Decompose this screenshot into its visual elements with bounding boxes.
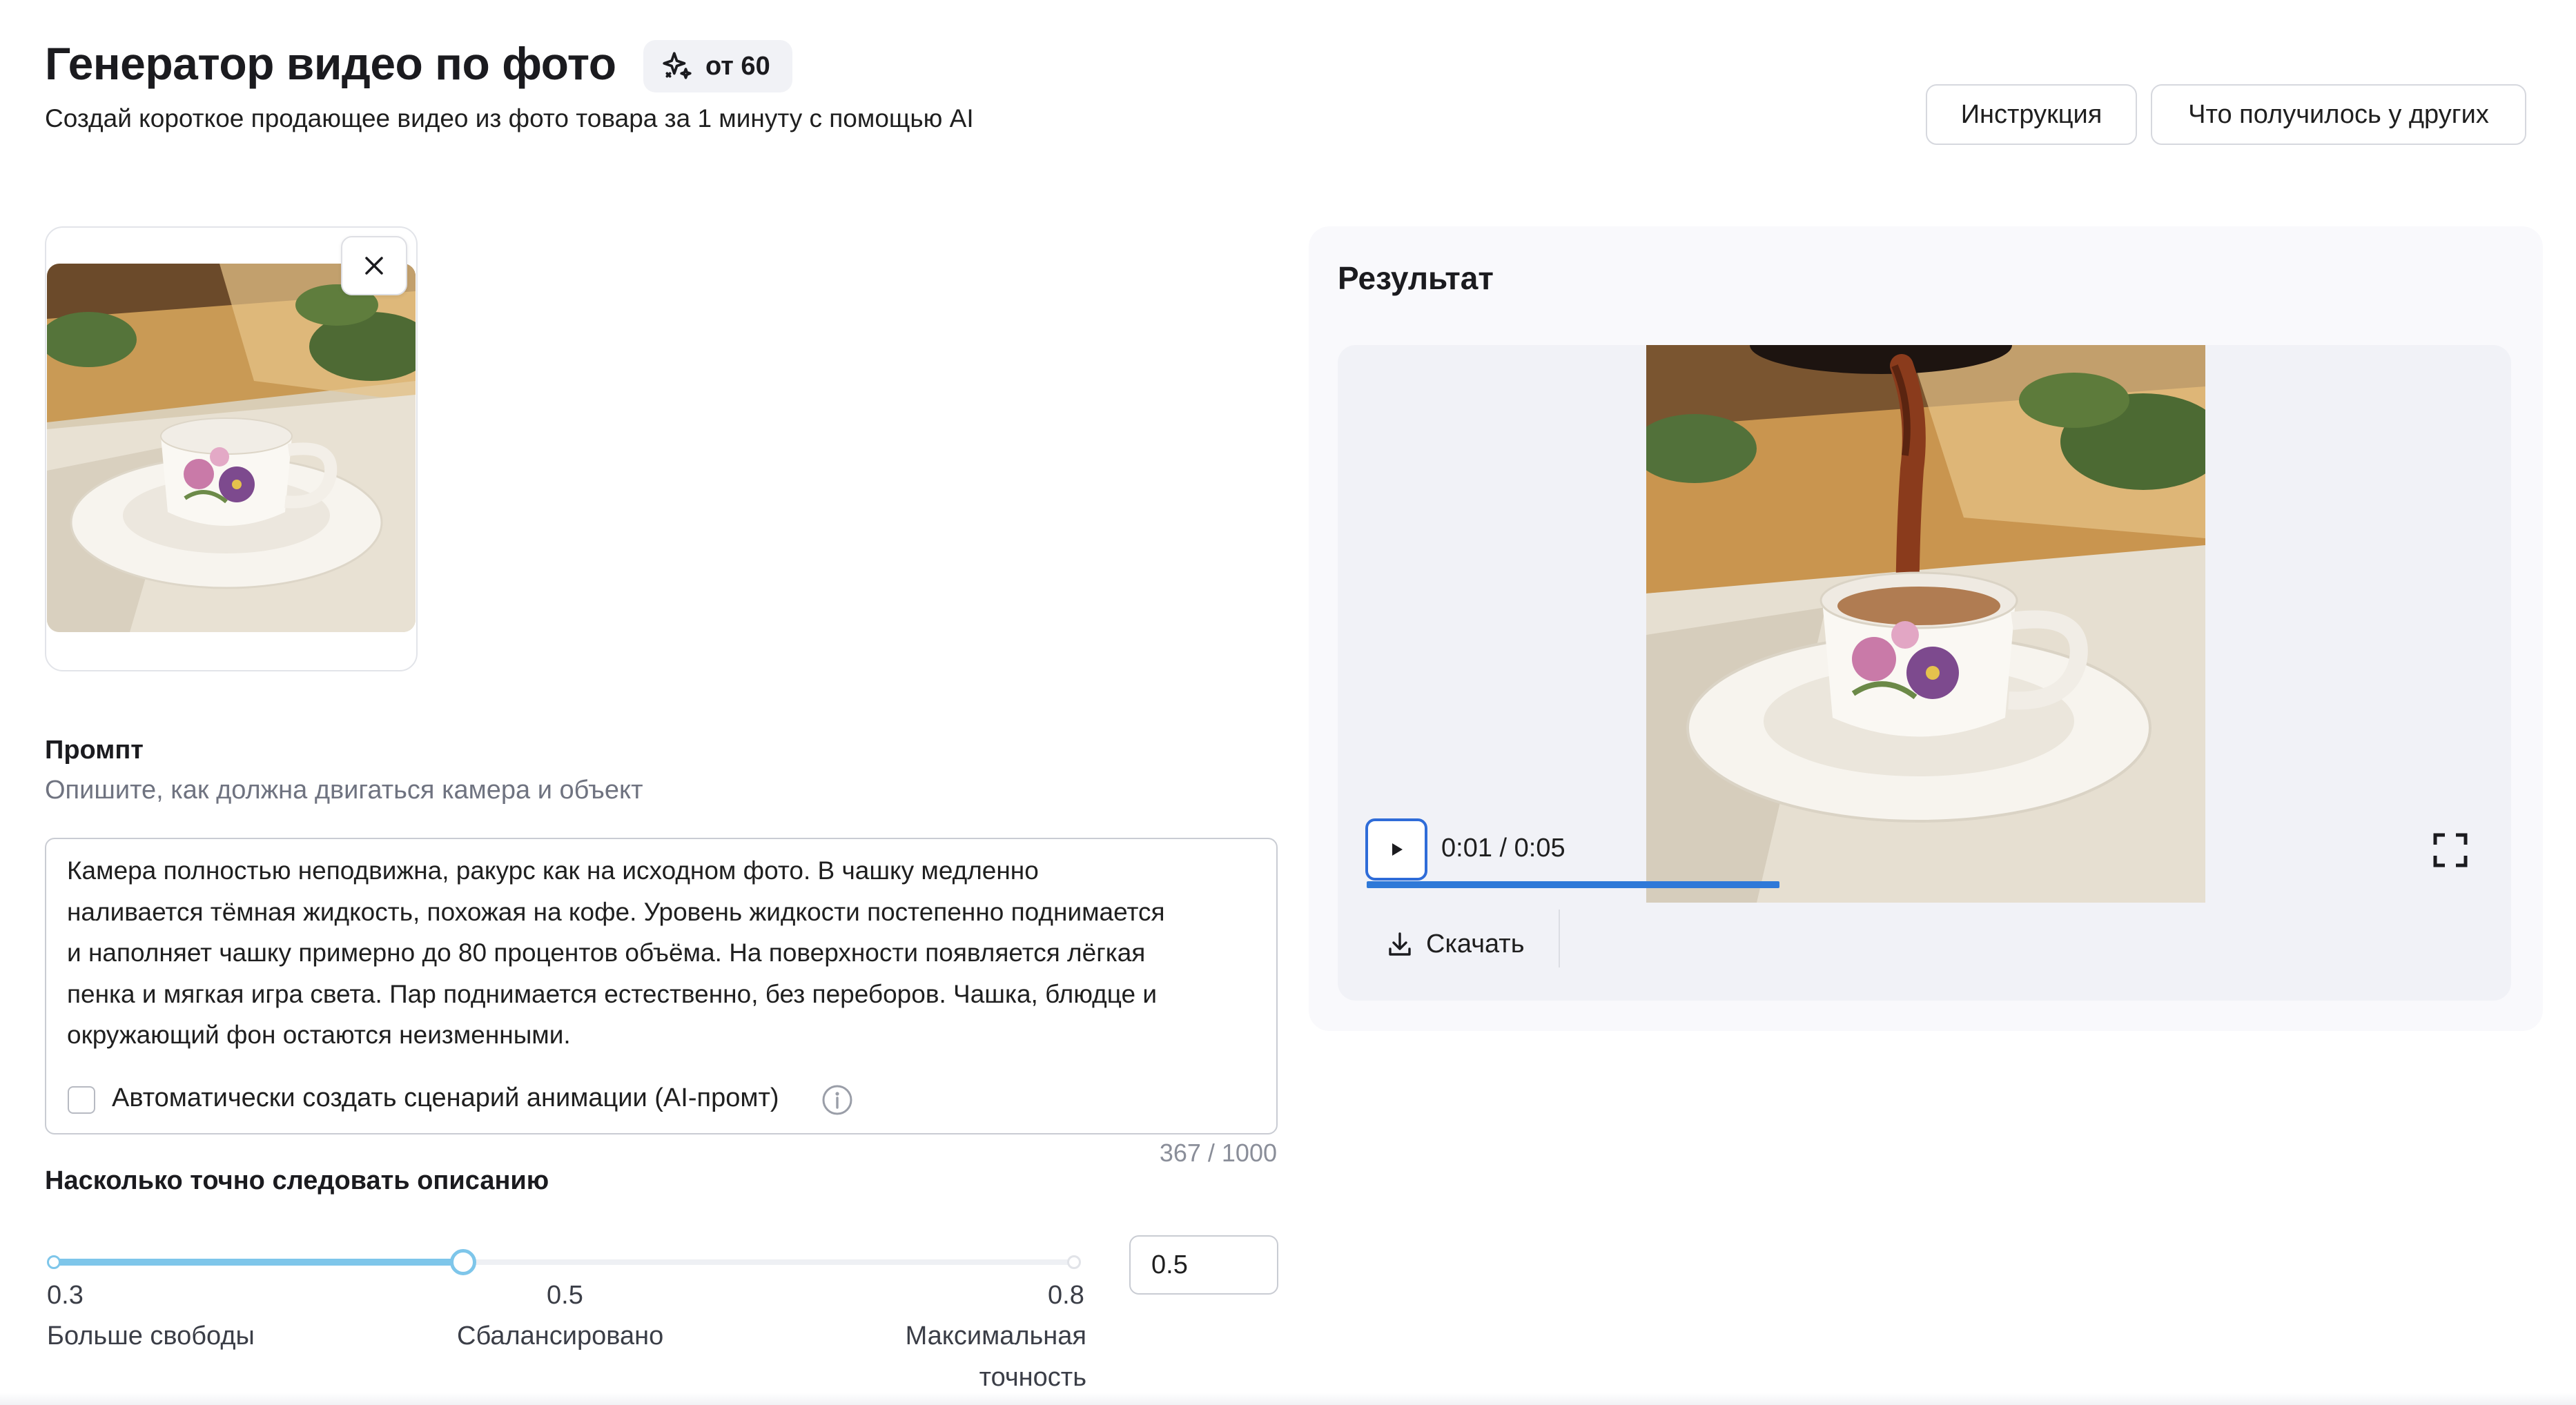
precision-slider-label: Насколько точно следовать описанию <box>45 1166 549 1195</box>
prompt-text[interactable]: Камера полностью неподвижна, ракурс как … <box>67 850 1261 1056</box>
fullscreen-icon[interactable] <box>2432 832 2468 868</box>
download-button[interactable]: Скачать <box>1386 922 1525 966</box>
slider-min-mark <box>47 1255 61 1269</box>
others-results-button[interactable]: Что получилось у других <box>2151 84 2526 145</box>
sparkle-icon <box>663 52 692 79</box>
slider-max-value: 0.8 <box>1048 1281 1084 1310</box>
prompt-hint: Опишите, как должна двигаться камера и о… <box>45 776 643 805</box>
cost-badge: от 60 <box>643 40 792 92</box>
slider-mid-value: 0.5 <box>547 1281 583 1310</box>
precision-slider-fill <box>54 1259 463 1266</box>
slider-max-caption-line1: Максимальная <box>905 1322 1086 1350</box>
toolbar-divider <box>1559 910 1560 967</box>
precision-slider-thumb[interactable] <box>449 1249 476 1275</box>
download-icon <box>1389 932 1411 956</box>
video-progress-fill[interactable] <box>1367 881 1779 888</box>
page-title: Генератор видео по фото <box>45 38 616 89</box>
precision-value-input[interactable]: 0.5 <box>1129 1235 1278 1295</box>
cost-label: от 60 <box>705 51 770 81</box>
download-label: Скачать <box>1426 929 1525 959</box>
video-frame[interactable] <box>1646 345 2205 903</box>
page-subtitle: Создай короткое продающее видео из фото … <box>45 104 974 132</box>
slider-max-caption-line2: точность <box>979 1363 1086 1392</box>
info-icon[interactable] <box>821 1084 853 1116</box>
close-icon <box>365 257 383 275</box>
uploaded-photo <box>47 264 416 632</box>
slider-min-caption: Больше свободы <box>47 1322 255 1350</box>
auto-prompt-label[interactable]: Автоматически создать сценарий анимации … <box>112 1083 779 1113</box>
play-icon <box>1392 843 1403 856</box>
slider-mid-caption: Сбалансировано <box>457 1322 664 1350</box>
slider-max-mark <box>1067 1255 1081 1269</box>
instruction-button[interactable]: Инструкция <box>1926 84 2137 145</box>
char-counter: 367 / 1000 <box>1159 1139 1277 1167</box>
prompt-label: Промпт <box>45 736 144 765</box>
bottom-edge <box>0 1393 2576 1405</box>
remove-photo-button[interactable] <box>341 236 407 295</box>
play-button[interactable] <box>1365 818 1427 881</box>
slider-min-value: 0.3 <box>47 1281 84 1310</box>
auto-prompt-checkbox[interactable] <box>68 1086 95 1114</box>
result-title: Результат <box>1338 260 1494 296</box>
video-time: 0:01 / 0:05 <box>1441 834 1565 863</box>
